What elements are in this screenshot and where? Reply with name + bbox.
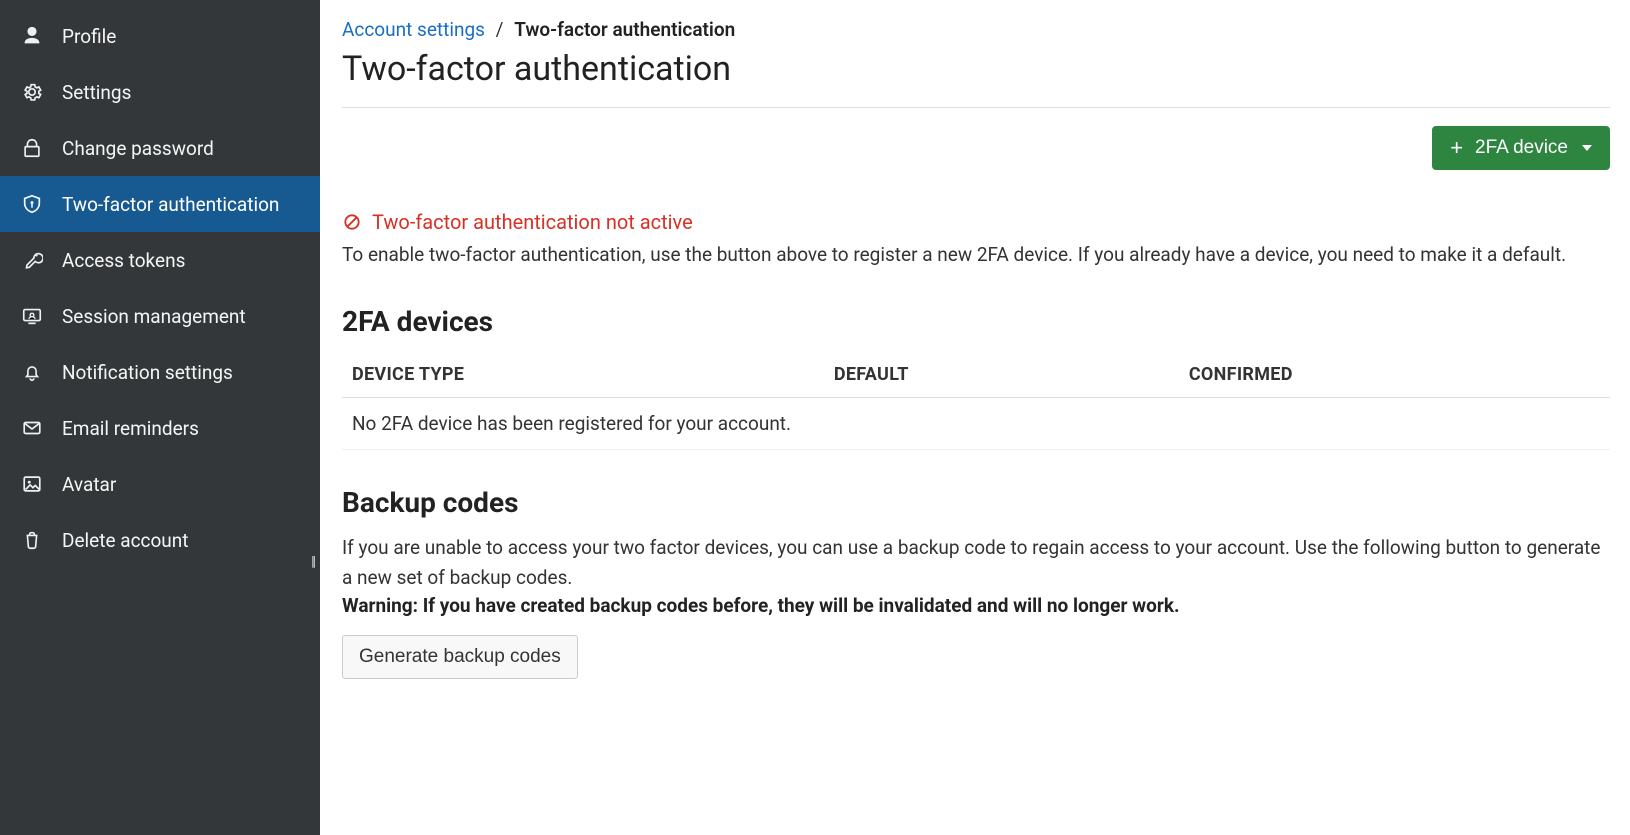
breadcrumb-separator: / [496,18,504,41]
alert-description: To enable two-factor authentication, use… [342,240,1610,269]
add-2fa-device-label: 2FA device [1475,137,1568,159]
sidebar-collapse-handle[interactable]: || [311,554,314,570]
sidebar-item-label: Avatar [62,473,116,496]
backup-warning-label: Warning: [342,594,418,617]
divider [342,107,1610,108]
image-icon [20,472,44,496]
page-title: Two-factor authentication [342,49,1610,89]
devices-header-default: DEFAULT [824,352,1179,398]
trash-icon [20,528,44,552]
devices-empty-row: No 2FA device has been registered for yo… [342,398,1610,450]
lock-icon [20,136,44,160]
sidebar-item-session-management[interactable]: Session management [0,288,320,344]
alert-title: Two-factor authentication not active [372,210,693,234]
sidebar-item-email-reminders[interactable]: Email reminders [0,400,320,456]
shield-icon [20,192,44,216]
sidebar-item-label: Settings [62,81,131,104]
backup-codes-warning: Warning: If you have created backup code… [342,594,1610,617]
key-icon [20,248,44,272]
sidebar-item-avatar[interactable]: Avatar [0,456,320,512]
chevron-down-icon [1582,145,1592,151]
sidebar: Profile Settings Change password Two-fac… [0,0,320,835]
sidebar-item-label: Email reminders [62,417,199,440]
sidebar-item-access-tokens[interactable]: Access tokens [0,232,320,288]
bell-icon [20,360,44,384]
main-content: Account settings / Two-factor authentica… [320,0,1630,835]
devices-table: DEVICE TYPE DEFAULT CONFIRMED No 2FA dev… [342,352,1610,450]
breadcrumb-parent-link[interactable]: Account settings [342,18,485,41]
backup-codes-section-title: Backup codes [342,486,1610,519]
gear-icon [20,80,44,104]
sidebar-item-notification-settings[interactable]: Notification settings [0,344,320,400]
inactive-2fa-alert: Two-factor authentication not active [342,210,1610,234]
mail-icon [20,416,44,440]
devices-empty-message: No 2FA device has been registered for yo… [342,398,1610,450]
plus-icon: + [1450,137,1463,159]
breadcrumb-current: Two-factor authentication [514,18,735,41]
user-icon [20,24,44,48]
breadcrumb: Account settings / Two-factor authentica… [342,18,1610,41]
sidebar-item-label: Notification settings [62,361,233,384]
sidebar-item-label: Profile [62,25,116,48]
sidebar-item-settings[interactable]: Settings [0,64,320,120]
generate-backup-codes-button[interactable]: Generate backup codes [342,635,578,679]
devices-header-device-type: DEVICE TYPE [342,352,824,398]
devices-section-title: 2FA devices [342,305,1610,338]
backup-warning-text: If you have created backup codes before,… [423,594,1180,617]
sidebar-item-profile[interactable]: Profile [0,8,320,64]
sidebar-item-delete-account[interactable]: Delete account [0,512,320,568]
sidebar-item-change-password[interactable]: Change password [0,120,320,176]
toolbar: + 2FA device [342,126,1610,170]
sidebar-item-label: Two-factor authentication [62,193,279,216]
forbidden-icon [342,212,362,232]
sidebar-item-label: Session management [62,305,246,328]
session-icon [20,304,44,328]
devices-header-confirmed: CONFIRMED [1179,352,1610,398]
backup-codes-description: If you are unable to access your two fac… [342,533,1610,592]
sidebar-item-label: Access tokens [62,249,185,272]
sidebar-item-label: Change password [62,137,214,160]
sidebar-item-two-factor-authentication[interactable]: Two-factor authentication [0,176,320,232]
add-2fa-device-button[interactable]: + 2FA device [1432,126,1610,170]
sidebar-item-label: Delete account [62,529,189,552]
